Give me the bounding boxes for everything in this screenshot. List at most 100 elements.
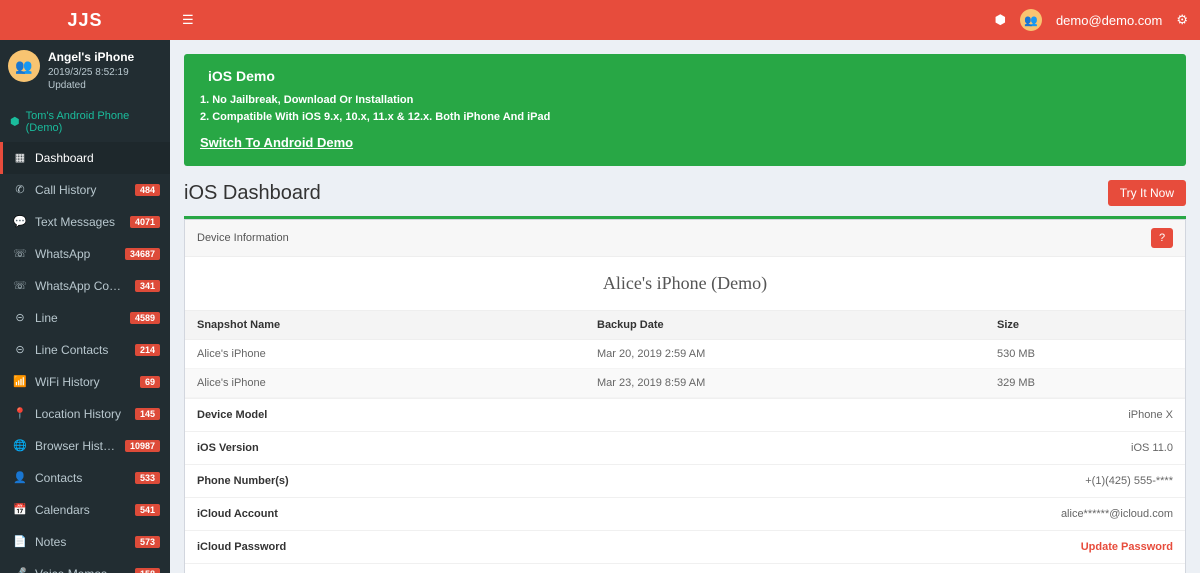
info-row: iCloud Password Update Password	[185, 530, 1185, 563]
brand-logo[interactable]: JJS	[0, 0, 170, 40]
nav-badge: 214	[135, 344, 160, 356]
sidebar-item-line[interactable]: ⊝ Line 4589	[0, 302, 170, 334]
col-backup-date: Backup Date	[585, 311, 985, 340]
sidebar-item-call-history[interactable]: ✆ Call History 484	[0, 174, 170, 206]
user-email[interactable]: demo@demo.com	[1056, 13, 1162, 28]
cell-date: Mar 20, 2019 2:59 AM	[585, 340, 985, 369]
sidebar-item-line-contacts[interactable]: ⊝Line Contacts214	[0, 334, 170, 366]
sidebar-item-contacts[interactable]: 👤 Contacts 533	[0, 462, 170, 494]
nav-badge: 4589	[130, 312, 160, 324]
help-button[interactable]: ?	[1151, 228, 1173, 248]
android-icon[interactable]: ⬢	[995, 12, 1006, 28]
info-key: iCloud Account	[197, 508, 278, 520]
nav-badge: 10987	[125, 440, 160, 452]
info-value: iPhone X	[1128, 409, 1173, 421]
nav-label: Call History	[35, 183, 127, 197]
cell-date: Mar 23, 2019 8:59 AM	[585, 369, 985, 398]
nav-label: Voice Memos	[35, 567, 127, 573]
device-name: Angel's iPhone	[48, 50, 162, 66]
device-header[interactable]: 👥 Angel's iPhone 2019/3/25 8:52:19 Updat…	[0, 40, 170, 102]
sidebar-item-wifi-history[interactable]: 📶 WiFi History 69	[0, 366, 170, 398]
nav-badge: 145	[135, 408, 160, 420]
nav-badge: 69	[140, 376, 160, 388]
nav-label: Line Contacts	[35, 343, 127, 357]
nav-label: Line	[35, 311, 122, 325]
nav-badge: 341	[135, 280, 160, 292]
nav-label: Text Messages	[35, 215, 122, 229]
nav-badge: 533	[135, 472, 160, 484]
device-title: Alice's iPhone (Demo)	[185, 257, 1185, 310]
sidebar-item-browser-history[interactable]: 🌐 Browser History 10987	[0, 430, 170, 462]
nav-badge: 484	[135, 184, 160, 196]
android-device-link[interactable]: ⬢ Tom's Android Phone (Demo)	[0, 102, 170, 142]
banner-title: iOS Demo	[208, 68, 275, 84]
sidebar-item-whatsapp-contacts[interactable]: ☏ WhatsApp Contacts 341	[0, 270, 170, 302]
nav-icon: 📍	[13, 407, 27, 420]
info-key: Device Model	[197, 409, 267, 421]
nav-icon: ✆	[13, 183, 27, 196]
nav-label: Location History	[35, 407, 127, 421]
nav-icon: ☏	[13, 247, 27, 260]
nav-icon: 📶	[13, 375, 27, 388]
device-info-panel: Device Information ? Alice's iPhone (Dem…	[184, 219, 1186, 573]
nav-label: Browser History	[35, 439, 117, 453]
nav-badge: 158	[135, 568, 160, 573]
device-avatar: 👥	[8, 50, 40, 82]
page-title: iOS Dashboard	[184, 182, 321, 205]
cell-size: 329 MB	[985, 369, 1185, 398]
banner-line-2: 2. Compatible With iOS 9.x, 10.x, 11.x &…	[200, 109, 1170, 126]
android-icon: ⬢	[10, 115, 20, 128]
info-key: Phone Number(s)	[197, 475, 289, 487]
nav-icon: ⊝	[13, 311, 27, 324]
nav-label: Dashboard	[35, 151, 160, 165]
info-value: +(1)(425) 555-****	[1085, 475, 1173, 487]
nav-icon: 💬	[13, 215, 27, 228]
device-updated: 2019/3/25 8:52:19 Updated	[48, 66, 162, 92]
switch-android-link[interactable]: Switch To Android Demo	[200, 135, 353, 150]
avatar[interactable]: 👥	[1020, 9, 1042, 31]
info-value: iOS 11.0	[1131, 442, 1173, 454]
info-row: Phone Number(s) +(1)(425) 555-****	[185, 464, 1185, 497]
nav-icon: 📄	[13, 535, 27, 548]
nav-icon: 🌐	[13, 439, 27, 452]
android-device-label: Tom's Android Phone (Demo)	[26, 110, 160, 134]
try-it-now-button[interactable]: Try It Now	[1108, 180, 1186, 206]
sidebar-item-voice-memos[interactable]: 🎤 Voice Memos 158	[0, 558, 170, 573]
sidebar-item-dashboard[interactable]: ▦ Dashboard	[0, 142, 170, 174]
info-value[interactable]: Update Password	[1081, 541, 1173, 553]
cell-name: Alice's iPhone	[185, 369, 585, 398]
info-row: iCloud Backup Size859 MB	[185, 563, 1185, 573]
info-row: iCloud Account alice******@icloud.com	[185, 497, 1185, 530]
sidebar-item-location-history[interactable]: 📍 Location History 145	[0, 398, 170, 430]
settings-icon[interactable]: ⚙	[1176, 12, 1188, 28]
nav-icon: 🎤	[13, 567, 27, 573]
table-row[interactable]: Alice's iPhoneMar 23, 2019 8:59 AM329 MB	[185, 369, 1185, 398]
sidebar-item-notes[interactable]: 📄 Notes 573	[0, 526, 170, 558]
info-value: alice******@icloud.com	[1061, 508, 1173, 520]
sidebar-item-calendars[interactable]: 📅Calendars541	[0, 494, 170, 526]
nav-icon: ☏	[13, 279, 27, 292]
sidebar-item-text-messages[interactable]: 💬Text Messages4071	[0, 206, 170, 238]
nav-label: Notes	[35, 535, 127, 549]
nav-icon: ▦	[13, 151, 27, 164]
nav-label: WiFi History	[35, 375, 132, 389]
nav-badge: 573	[135, 536, 160, 548]
info-row: Device Model iPhone X	[185, 398, 1185, 431]
table-row[interactable]: Alice's iPhoneMar 20, 2019 2:59 AM530 MB	[185, 340, 1185, 369]
col-size: Size	[985, 311, 1185, 340]
cell-size: 530 MB	[985, 340, 1185, 369]
nav-badge: 541	[135, 504, 160, 516]
nav-label: Calendars	[35, 503, 127, 517]
nav-label: WhatsApp Contacts	[35, 279, 127, 293]
info-row: iOS VersioniOS 11.0	[185, 431, 1185, 464]
menu-toggle-icon[interactable]: ☰	[182, 12, 194, 28]
ios-demo-banner: iOS Demo 1. No Jailbreak, Download Or In…	[184, 54, 1186, 166]
nav-badge: 34687	[125, 248, 160, 260]
info-key: iCloud Password	[197, 541, 286, 553]
nav-label: WhatsApp	[35, 247, 117, 261]
sidebar-item-whatsapp[interactable]: ☏ WhatsApp 34687	[0, 238, 170, 270]
nav-label: Contacts	[35, 471, 127, 485]
panel-title: Device Information	[197, 232, 289, 244]
nav-icon: 👤	[13, 471, 27, 484]
snapshot-table: Snapshot Name Backup Date Size Alice's i…	[185, 310, 1185, 398]
